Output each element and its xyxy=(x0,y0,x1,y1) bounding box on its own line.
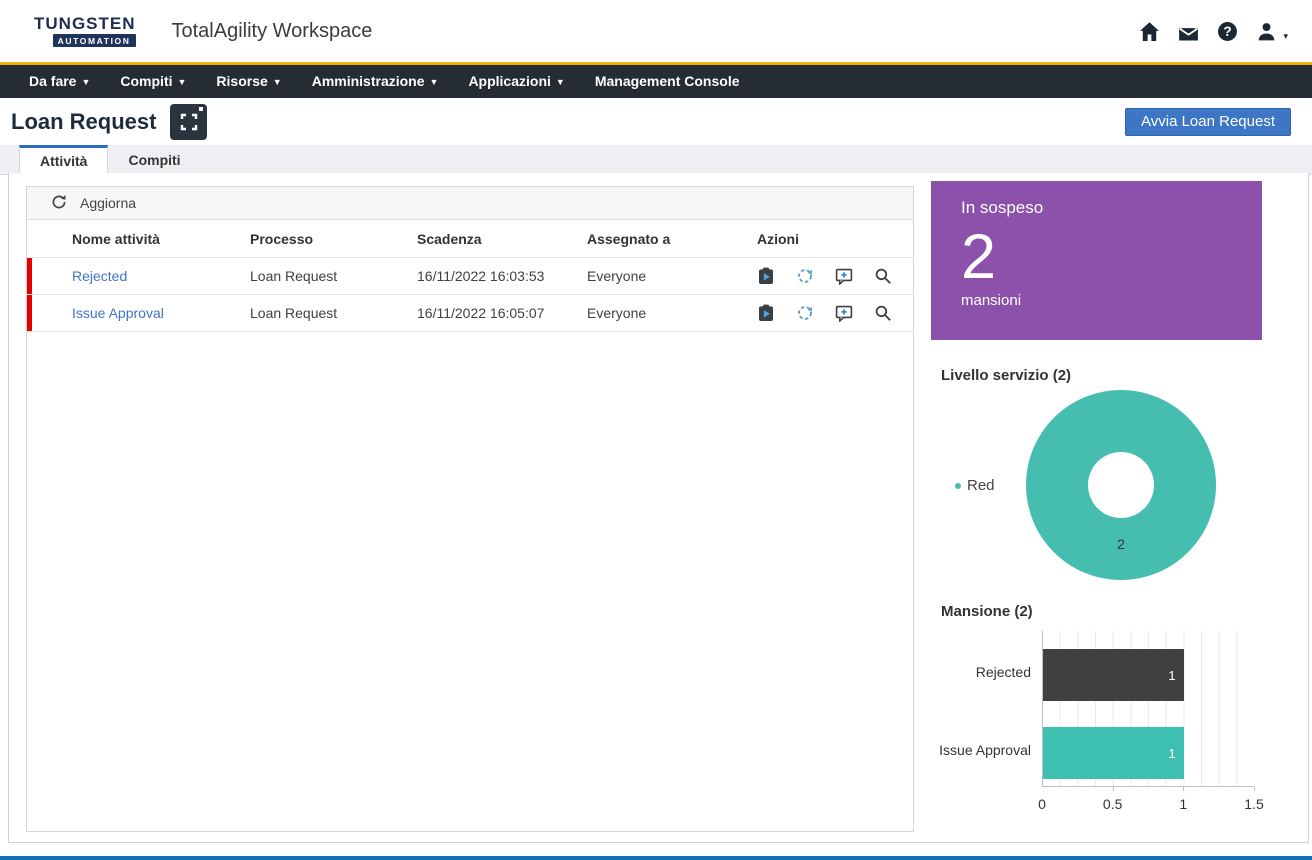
logo-text-top: TUNGSTEN xyxy=(34,15,136,32)
process-cell: Loan Request xyxy=(242,295,409,332)
footer-accent-line xyxy=(0,856,1312,860)
nav-item-applicazioni[interactable]: Applicazioni▼ xyxy=(453,65,579,98)
chevron-down-icon: ▼ xyxy=(556,77,565,87)
page-header: Loan Request Avvia Loan Request xyxy=(0,98,1312,145)
col-nome-attivita: Nome attività xyxy=(27,220,242,258)
logo-text-bottom: AUTOMATION xyxy=(53,34,136,47)
mansione-bar-chart[interactable]: 1 1 xyxy=(1042,631,1254,787)
app-window: TUNGSTEN AUTOMATION TotalAgility Workspa… xyxy=(0,0,1312,860)
help-icon[interactable]: ? xyxy=(1214,18,1240,44)
tab-bar: Attività Compiti xyxy=(0,145,1312,175)
legend-label: Red xyxy=(967,477,995,494)
home-icon[interactable] xyxy=(1136,18,1162,44)
table-header-row: Nome attività Processo Scadenza Assegnat… xyxy=(27,220,913,258)
service-level-chart-title: Livello servizio (2) xyxy=(941,367,1071,384)
x-axis-tickmark xyxy=(1254,787,1255,791)
due-date-cell: 16/11/2022 16:03:53 xyxy=(409,258,579,295)
bar-rejected[interactable]: 1 xyxy=(1043,649,1184,701)
col-processo: Processo xyxy=(242,220,409,258)
user-menu-icon[interactable] xyxy=(1253,18,1279,44)
tile-subtitle: mansioni xyxy=(961,292,1232,309)
x-axis-tick: 0.5 xyxy=(1093,796,1133,812)
bar-value-label: 1 xyxy=(1168,746,1175,761)
nav-item-risorse[interactable]: Risorse▼ xyxy=(201,65,296,98)
assigned-to-cell: Everyone xyxy=(579,258,749,295)
header-icon-group: ? ▾ xyxy=(1136,18,1288,44)
priority-flag xyxy=(27,295,32,331)
process-cell: Loan Request xyxy=(242,258,409,295)
donut-value-label: 2 xyxy=(1117,536,1125,552)
page-title: Loan Request xyxy=(11,109,156,135)
row-actions xyxy=(757,304,905,322)
bar-category-label: Rejected xyxy=(931,664,1031,680)
priority-flag xyxy=(27,258,32,294)
add-note-icon[interactable] xyxy=(835,267,853,285)
due-date-cell: 16/11/2022 16:05:07 xyxy=(409,295,579,332)
reassign-activity-icon[interactable] xyxy=(796,304,814,322)
focus-view-icon[interactable] xyxy=(170,104,207,140)
nav-item-amministrazione[interactable]: Amministrazione▼ xyxy=(297,65,454,98)
col-scadenza: Scadenza xyxy=(409,220,579,258)
row-actions xyxy=(757,267,905,285)
mail-icon[interactable] xyxy=(1175,18,1201,44)
tungsten-logo[interactable]: TUNGSTEN AUTOMATION xyxy=(34,15,136,47)
app-title: TotalAgility Workspace xyxy=(172,20,373,43)
bar-value-label: 1 xyxy=(1168,668,1175,683)
activity-link[interactable]: Rejected xyxy=(72,268,127,284)
chevron-down-icon: ▼ xyxy=(81,77,90,87)
reassign-activity-icon[interactable] xyxy=(796,267,814,285)
refresh-label: Aggiorna xyxy=(80,195,136,211)
col-assegnato-a: Assegnato a xyxy=(579,220,749,258)
assigned-to-cell: Everyone xyxy=(579,295,749,332)
refresh-button[interactable]: Aggiorna xyxy=(27,187,913,220)
nav-item-da-fare[interactable]: Da fare▼ xyxy=(14,65,105,98)
dashboard-side-panel: In sospeso 2 mansioni Livello servizio (… xyxy=(931,181,1262,836)
nav-item-management-console[interactable]: Management Console▼ xyxy=(580,65,755,98)
tile-title: In sospeso xyxy=(961,198,1232,218)
chevron-down-icon: ▼ xyxy=(178,77,187,87)
take-activity-icon[interactable] xyxy=(757,267,775,285)
table-row: Issue Approval Loan Request 16/11/2022 1… xyxy=(27,295,913,332)
focus-icon-dot xyxy=(199,107,203,111)
donut-legend-item[interactable]: Red xyxy=(955,477,995,494)
activities-panel: Aggiorna Nome attività Processo Scadenza… xyxy=(26,186,914,832)
add-note-icon[interactable] xyxy=(835,304,853,322)
bar-category-label: Issue Approval xyxy=(931,742,1031,758)
refresh-icon xyxy=(51,194,69,212)
main-navbar: Da fare▼ Compiti▼ Risorse▼ Amministrazio… xyxy=(0,62,1312,98)
col-azioni: Azioni xyxy=(749,220,913,258)
svg-text:?: ? xyxy=(1223,24,1231,39)
table-row: Rejected Loan Request 16/11/2022 16:03:5… xyxy=(27,258,913,295)
take-activity-icon[interactable] xyxy=(757,304,775,322)
view-details-icon[interactable] xyxy=(874,304,892,322)
mansione-chart-title: Mansione (2) xyxy=(941,603,1033,620)
donut-hole xyxy=(1088,452,1154,518)
start-loan-request-button[interactable]: Avvia Loan Request xyxy=(1125,108,1291,136)
tab-content-panel: Aggiorna Nome attività Processo Scadenza… xyxy=(8,173,1309,843)
chevron-down-icon: ▼ xyxy=(273,77,282,87)
legend-ring-icon xyxy=(955,483,961,489)
tile-count: 2 xyxy=(961,224,1232,290)
x-axis-tick: 0 xyxy=(1022,796,1062,812)
service-level-donut-chart[interactable]: 2 xyxy=(1026,390,1216,580)
x-axis-tick: 1 xyxy=(1163,796,1203,812)
pending-summary-tile[interactable]: In sospeso 2 mansioni xyxy=(931,181,1262,340)
user-menu-caret-icon: ▾ xyxy=(1283,31,1288,42)
tab-attivita[interactable]: Attività xyxy=(19,145,108,176)
nav-item-compiti[interactable]: Compiti▼ xyxy=(105,65,201,98)
x-axis-tickmark xyxy=(1183,787,1184,791)
chevron-down-icon: ▼ xyxy=(430,77,439,87)
activity-link[interactable]: Issue Approval xyxy=(72,305,164,321)
bar-issue-approval[interactable]: 1 xyxy=(1043,727,1184,779)
view-details-icon[interactable] xyxy=(874,267,892,285)
activities-table: Nome attività Processo Scadenza Assegnat… xyxy=(27,220,913,332)
x-axis-tick: 1.5 xyxy=(1234,796,1274,812)
x-axis-tickmark xyxy=(1113,787,1114,791)
tab-compiti[interactable]: Compiti xyxy=(108,145,200,174)
top-header: TUNGSTEN AUTOMATION TotalAgility Workspa… xyxy=(0,0,1312,62)
